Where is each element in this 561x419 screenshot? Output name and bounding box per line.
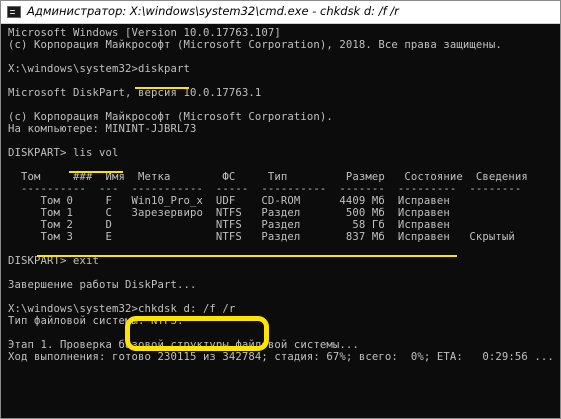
console-output[interactable]: Microsoft Windows [Version 10.0.17763.10… [1, 24, 560, 418]
console-line: Том 1 C Зарезервиро NTFS Раздел 500 Мб И… [8, 207, 450, 219]
console-line: X:\windows\system32>diskpart [8, 63, 190, 75]
command-highlight-box [125, 316, 269, 351]
console-line: (c) Корпорация Майкрософт (Microsoft Cor… [8, 39, 502, 51]
window-title: Администратор: X:\windows\system32\cmd.e… [27, 4, 399, 18]
cmd-icon [7, 6, 21, 18]
console-line: Ход выполнения: готово 230115 из 342784;… [8, 351, 554, 363]
console-line: На компьютере: MININT-JJBRL73 [8, 123, 197, 135]
underline-volume-2 [37, 255, 457, 257]
title-bar[interactable]: Администратор: X:\windows\system32\cmd.e… [1, 1, 560, 24]
underline-lis-vol [69, 171, 123, 173]
console-line: Том 3 E NTFS Раздел 837 Мб Исправен Скры… [8, 231, 515, 243]
console-line: (c) Корпорация Майкрософт (Microsoft Cor… [8, 111, 333, 123]
console-line: Том 2 D NTFS Раздел 58 Гб Исправен [8, 219, 450, 231]
console-line: X:\windows\system32>chkdsk d: /f /r [8, 303, 236, 315]
console-line: DISKPART> lis vol [8, 147, 119, 159]
console-line: Microsoft Windows [Version 10.0.17763.10… [8, 27, 281, 39]
underline-diskpart [135, 87, 189, 89]
cmd-window: Администратор: X:\windows\system32\cmd.e… [0, 0, 561, 419]
console-line: Том 0 F Win10_Pro_x UDF CD-ROM 4409 Мб И… [8, 195, 450, 207]
console-line: ---------- --- ----------- ----- -------… [8, 183, 522, 195]
console-line: Завершение работы DiskPart... [8, 279, 197, 291]
